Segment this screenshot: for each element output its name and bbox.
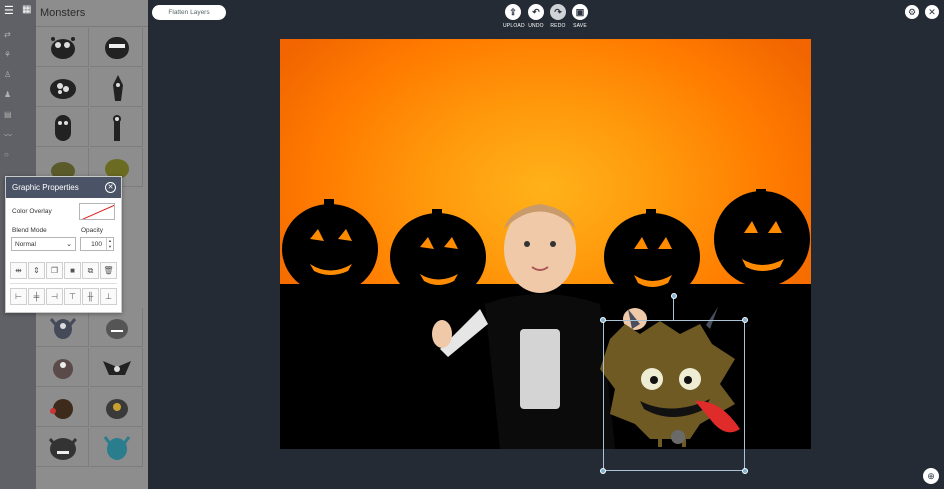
align-bottom-icon[interactable]: ⊥: [100, 288, 117, 305]
duplicate-icon[interactable]: ⧉: [82, 262, 99, 279]
resize-handle-top-left[interactable]: [600, 317, 606, 323]
dialog-header: Graphic Properties ✕: [6, 177, 121, 198]
selection-box[interactable]: [603, 320, 745, 471]
hamburger-icon[interactable]: ☰: [4, 4, 14, 17]
redo-label: REDO: [550, 23, 566, 29]
color-overlay-swatch[interactable]: [79, 203, 115, 220]
graphic-tile[interactable]: [90, 308, 143, 347]
effects-icon[interactable]: ♙: [4, 70, 11, 79]
align-left-icon[interactable]: ⊢: [10, 288, 27, 305]
editor-window: ☰ ▦ ⇄ ⚘ ♙ ♟ ▤ 〰 ○ Monsters Graphic Prope…: [0, 0, 944, 489]
panel-title: Monsters: [40, 7, 86, 19]
bring-forward-icon[interactable]: ❐: [46, 262, 63, 279]
graphic-tile[interactable]: [36, 348, 89, 387]
graphic-tile[interactable]: [90, 348, 143, 387]
trash-icon[interactable]: 🗑: [100, 262, 117, 279]
opacity-label: Opacity: [81, 227, 104, 234]
texture-icon[interactable]: ▤: [4, 110, 12, 119]
blend-mode-value: Normal: [15, 241, 36, 248]
rotate-handle[interactable]: [671, 293, 677, 299]
graphic-tile[interactable]: [36, 428, 89, 467]
graphic-tile[interactable]: [36, 108, 89, 147]
graphic-tile[interactable]: [90, 68, 143, 107]
redo-button[interactable]: ↷ REDO: [548, 4, 568, 29]
blend-mode-select[interactable]: Normal ⌄: [11, 237, 76, 251]
redo-icon: ↷: [550, 4, 566, 20]
save-icon: ▣: [572, 4, 588, 20]
upload-icon: ⇪: [505, 4, 521, 20]
upload-button[interactable]: ⇪ UPLOAD: [503, 4, 525, 29]
adjust-icon[interactable]: ⇄: [4, 30, 11, 39]
panel-header: Monsters: [36, 0, 148, 27]
flip-horizontal-icon[interactable]: ⇹: [10, 262, 27, 279]
graphic-tile[interactable]: [36, 28, 89, 67]
graphic-tile[interactable]: [36, 68, 89, 107]
graphic-tile[interactable]: [36, 308, 89, 347]
send-backward-icon[interactable]: ■: [64, 262, 81, 279]
touch-up-icon[interactable]: ♟: [4, 90, 11, 99]
align-toolbar: ⊢ ╪ ⊣ ⊤ ╫ ⊥: [10, 288, 117, 306]
close-icon[interactable]: ✕: [925, 5, 939, 19]
resize-handle-bottom-right[interactable]: [742, 468, 748, 474]
upload-label: UPLOAD: [503, 23, 525, 29]
graphic-tile[interactable]: [90, 28, 143, 67]
align-right-icon[interactable]: ⊣: [46, 288, 63, 305]
graphic-tile[interactable]: [36, 388, 89, 427]
opacity-input[interactable]: 100 ▲ ▼: [80, 237, 114, 251]
mustache-icon[interactable]: 〰: [4, 130, 12, 141]
chevron-down-icon: ⌄: [66, 241, 72, 248]
graphic-tile[interactable]: [90, 428, 143, 467]
close-icon[interactable]: ✕: [105, 182, 116, 193]
save-button[interactable]: ▣ SAVE: [570, 4, 590, 29]
graphic-tile[interactable]: [90, 388, 143, 427]
frames-icon[interactable]: ⚘: [4, 50, 11, 59]
dialog-title: Graphic Properties: [12, 183, 79, 192]
settings-icon[interactable]: ⚙: [905, 5, 919, 19]
transform-toolbar: ⇹ ⇕ ❐ ■ ⧉ 🗑: [10, 262, 117, 280]
align-center-icon[interactable]: ╪: [28, 288, 45, 305]
graphic-tile[interactable]: [90, 108, 143, 147]
undo-icon: ↶: [528, 4, 544, 20]
color-overlay-label: Color Overlay: [12, 208, 52, 215]
align-top-icon[interactable]: ⊤: [64, 288, 81, 305]
graphic-properties-dialog: Graphic Properties ✕ Color Overlay Blend…: [5, 176, 122, 313]
resize-handle-bottom-left[interactable]: [600, 468, 606, 474]
align-middle-icon[interactable]: ╫: [82, 288, 99, 305]
rotate-line: [673, 296, 674, 320]
undo-button[interactable]: ↶ UNDO: [526, 4, 546, 29]
zoom-icon[interactable]: ⊕: [923, 468, 939, 484]
save-label: SAVE: [573, 23, 587, 29]
flip-vertical-icon[interactable]: ⇕: [28, 262, 45, 279]
dialog-divider: [10, 283, 117, 284]
resize-handle-top-right[interactable]: [742, 317, 748, 323]
grid-icon[interactable]: ▦: [22, 4, 31, 15]
opacity-value: 100: [91, 241, 102, 248]
blend-mode-label: Blend Mode: [12, 227, 47, 234]
shape-icon[interactable]: ○: [4, 150, 9, 159]
opacity-stepper[interactable]: ▲ ▼: [106, 238, 113, 250]
undo-label: UNDO: [528, 23, 544, 29]
flatten-layers-button[interactable]: Flatten Layers: [152, 5, 226, 20]
